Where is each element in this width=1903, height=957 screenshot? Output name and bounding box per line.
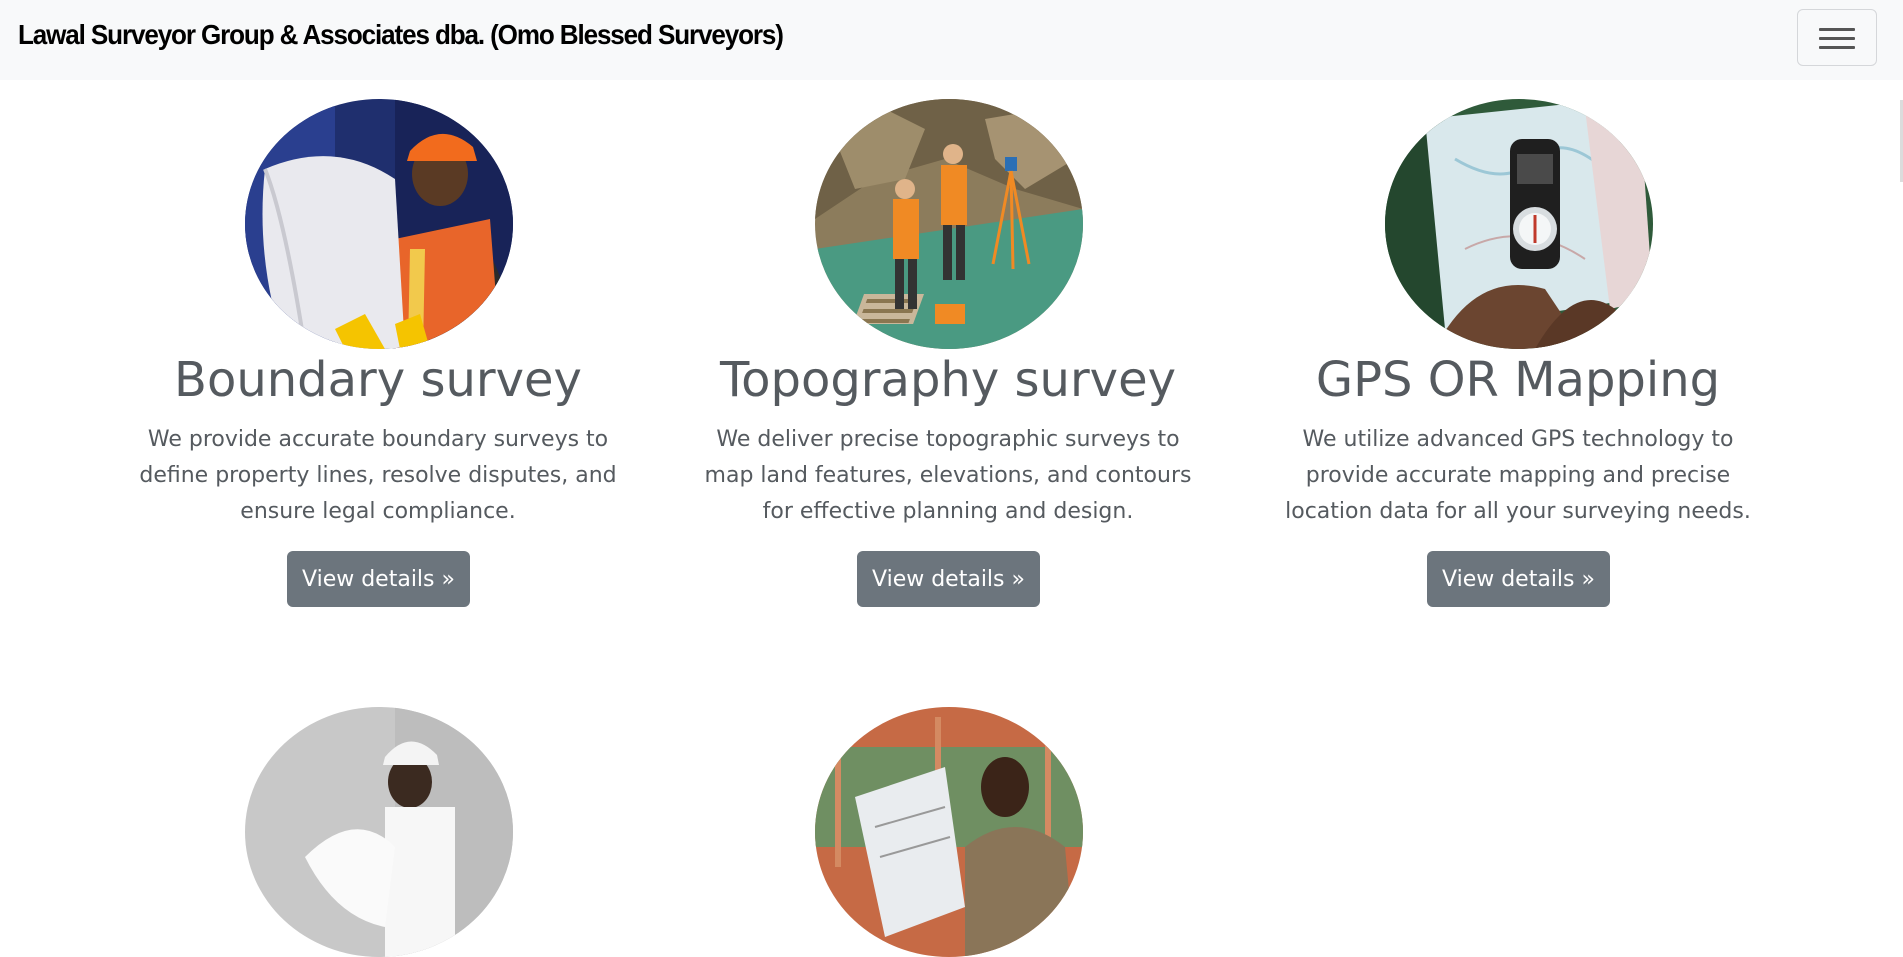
hamburger-menu-icon [1819,28,1855,31]
view-details-button[interactable]: View details » [1427,551,1610,607]
surveyor-engineer-image [245,707,513,957]
plan-review-image [815,707,1083,957]
navbar: Lawal Surveyor Group & Associates dba. (… [0,0,1903,80]
topography-survey-image [815,99,1083,349]
card-text: We provide accurate boundary surveys to … [139,427,617,524]
view-details-button[interactable]: View details » [857,551,1040,607]
hamburger-menu-icon-bar [1819,46,1855,49]
navbar-toggler-button[interactable] [1797,9,1877,66]
card-text: We utilize advanced GPS technology to pr… [1285,427,1751,524]
card-title: Boundary survey [174,352,582,408]
navbar-brand[interactable]: Lawal Surveyor Group & Associates dba. (… [18,19,784,51]
view-details-button[interactable]: View details » [287,551,470,607]
card-text: We deliver precise topographic surveys t… [704,427,1192,524]
card-title: GPS OR Mapping [1315,352,1721,408]
hamburger-menu-icon-bar [1819,37,1855,40]
boundary-survey-image [245,99,513,349]
gps-mapping-image [1385,99,1653,349]
card-title: Topography survey [719,352,1177,408]
